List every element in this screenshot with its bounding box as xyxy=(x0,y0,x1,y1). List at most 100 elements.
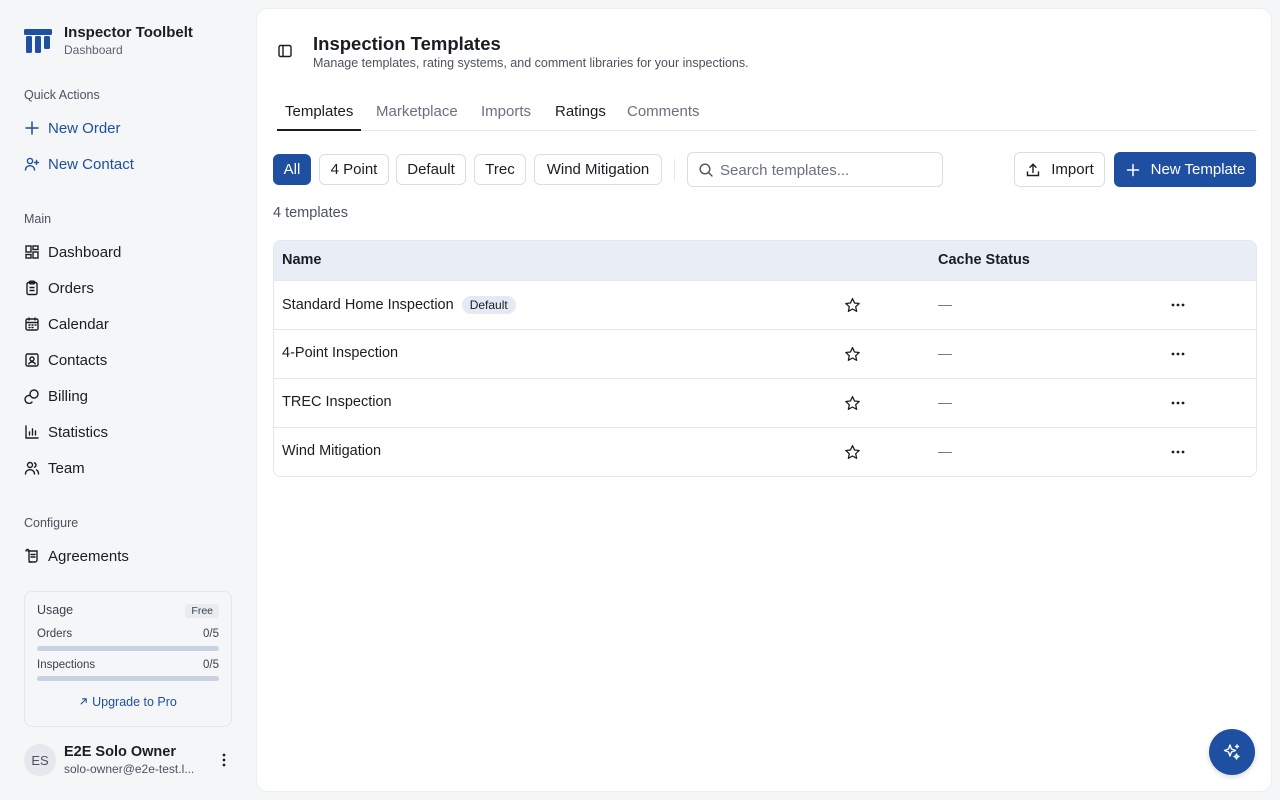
row-name-cell: 4-Point Inspection xyxy=(282,345,398,361)
cache-status: — xyxy=(938,296,952,312)
table-row[interactable]: 4-Point Inspection — xyxy=(274,330,1256,379)
user-plus-icon xyxy=(24,156,40,172)
usage-inspections-label: Inspections xyxy=(37,659,96,671)
kebab-menu-icon[interactable] xyxy=(216,752,232,768)
nav-billing[interactable]: Billing xyxy=(16,380,240,412)
ai-assistant-button[interactable] xyxy=(1209,729,1255,775)
table-row[interactable]: Wind Mitigation — xyxy=(274,428,1256,476)
usage-orders-bar xyxy=(37,646,219,651)
nav-statistics-label: Statistics xyxy=(48,423,109,441)
template-name: Wind Mitigation xyxy=(282,443,382,459)
filter-all[interactable]: All xyxy=(273,154,311,185)
dashboard-icon xyxy=(24,244,40,260)
bar-chart-icon xyxy=(24,424,40,440)
tab-imports[interactable]: Imports xyxy=(473,103,539,131)
filter-4-point[interactable]: 4 Point xyxy=(319,154,389,185)
nav-orders[interactable]: Orders xyxy=(16,272,240,304)
default-badge: Default xyxy=(461,296,516,314)
column-cache-status: Cache Status xyxy=(938,252,1030,268)
filter-default[interactable]: Default xyxy=(396,154,466,185)
search-icon xyxy=(699,163,713,177)
tab-comments[interactable]: Comments xyxy=(619,103,708,131)
search-box[interactable] xyxy=(687,152,943,187)
nav-statistics[interactable]: Statistics xyxy=(16,416,240,448)
sidebar: Inspector Toolbelt Dashboard Quick Actio… xyxy=(0,0,256,800)
star-icon[interactable] xyxy=(844,297,861,314)
arrow-up-right-icon xyxy=(80,698,87,705)
usage-orders-row: Orders 0/5 xyxy=(37,628,219,640)
nav-agreements[interactable]: Agreements xyxy=(16,540,240,572)
new-contact-button[interactable]: New Contact xyxy=(16,148,240,180)
templates-table: Name Cache Status Standard Home Inspecti… xyxy=(273,240,1257,477)
template-name: 4-Point Inspection xyxy=(282,345,399,361)
sparkles-icon xyxy=(1223,744,1240,760)
table-row[interactable]: TREC Inspection — xyxy=(274,379,1256,428)
usage-orders-label: Orders xyxy=(37,628,73,640)
new-template-button[interactable]: New Template xyxy=(1114,152,1256,187)
nav-dashboard[interactable]: Dashboard xyxy=(16,236,240,268)
search-input[interactable] xyxy=(720,159,930,181)
cache-status: — xyxy=(938,443,952,459)
new-order-label: New Order xyxy=(48,119,121,137)
table-row[interactable]: Standard Home Inspection Default — xyxy=(274,281,1256,330)
star-icon[interactable] xyxy=(844,395,861,412)
row-name-cell: TREC Inspection xyxy=(282,394,392,410)
nav-team-label: Team xyxy=(48,459,85,477)
contact-card-icon xyxy=(24,352,40,368)
template-count: 4 templates xyxy=(273,205,348,221)
filter-trec[interactable]: Trec xyxy=(474,154,526,185)
usage-inspections-value: 0/5 xyxy=(203,659,219,671)
avatar: ES xyxy=(24,744,56,776)
import-button[interactable]: Import xyxy=(1014,152,1105,187)
plus-icon xyxy=(1125,162,1141,178)
more-horizontal-icon[interactable] xyxy=(1170,444,1186,460)
cache-status: — xyxy=(938,345,952,361)
sidebar-toggle-icon[interactable] xyxy=(277,43,293,59)
configure-section-label: Configure xyxy=(24,516,79,530)
nav-contacts-label: Contacts xyxy=(48,351,108,369)
main-section-label: Main xyxy=(24,212,52,226)
clipboard-icon xyxy=(24,280,40,296)
nav-team[interactable]: Team xyxy=(16,452,240,484)
plus-icon xyxy=(24,120,40,136)
nav-calendar[interactable]: Calendar xyxy=(16,308,240,340)
quick-actions-label: Quick Actions xyxy=(24,88,100,102)
import-label: Import xyxy=(1051,161,1094,178)
app-title: Inspector Toolbelt xyxy=(64,24,193,41)
more-horizontal-icon[interactable] xyxy=(1170,395,1186,411)
tab-marketplace[interactable]: Marketplace xyxy=(368,103,466,131)
nav-contacts[interactable]: Contacts xyxy=(16,344,240,376)
new-template-label: New Template xyxy=(1150,161,1246,178)
usage-orders-value: 0/5 xyxy=(203,628,219,640)
page-title: Inspection Templates xyxy=(313,33,501,54)
user-email: solo-owner@e2e-test.l... xyxy=(64,762,195,776)
users-icon xyxy=(24,460,40,476)
column-name: Name xyxy=(282,252,322,268)
filter-wind-mitigation[interactable]: Wind Mitigation xyxy=(534,154,662,185)
nav-billing-label: Billing xyxy=(48,387,89,405)
main-panel: Inspection Templates Manage templates, r… xyxy=(256,8,1272,792)
app-logo-icon xyxy=(24,29,52,53)
star-icon[interactable] xyxy=(844,346,861,363)
usage-title: Usage xyxy=(37,603,74,617)
brand[interactable]: Inspector Toolbelt Dashboard xyxy=(24,24,193,58)
tab-bar: Templates Marketplace Imports Ratings Co… xyxy=(277,97,1257,131)
nav-orders-label: Orders xyxy=(48,279,94,297)
row-name-cell: Wind Mitigation xyxy=(282,443,381,459)
row-name-cell: Standard Home Inspection Default xyxy=(282,296,516,314)
table-header: Name Cache Status xyxy=(274,241,1256,281)
star-icon[interactable] xyxy=(844,444,861,461)
nav-dashboard-label: Dashboard xyxy=(48,243,122,261)
template-name: TREC Inspection xyxy=(282,394,392,410)
user-name: E2E Solo Owner xyxy=(64,744,176,760)
user-profile[interactable]: ES E2E Solo Owner solo-owner@e2e-test.l.… xyxy=(24,744,240,776)
plan-badge: Free xyxy=(185,604,219,618)
tab-templates[interactable]: Templates xyxy=(277,103,362,131)
template-name: Standard Home Inspection xyxy=(282,297,454,313)
more-horizontal-icon[interactable] xyxy=(1170,346,1186,362)
tab-ratings[interactable]: Ratings xyxy=(547,103,614,131)
upgrade-to-pro-link[interactable]: Upgrade to Pro xyxy=(25,695,231,709)
new-order-button[interactable]: New Order xyxy=(16,112,240,144)
more-horizontal-icon[interactable] xyxy=(1170,297,1186,313)
new-contact-label: New Contact xyxy=(48,155,134,173)
